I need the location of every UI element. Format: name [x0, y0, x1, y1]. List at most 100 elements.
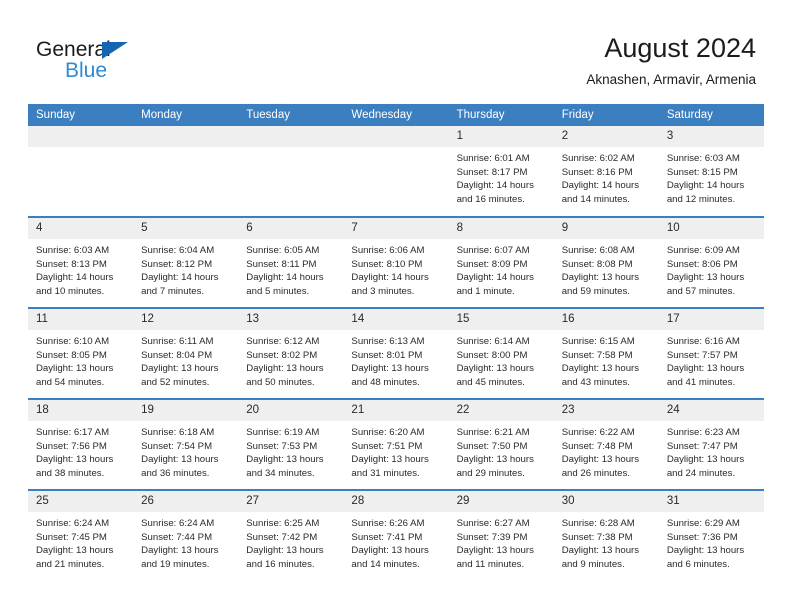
day-details: Sunrise: 6:10 AM Sunset: 8:05 PM Daylight:… [28, 330, 133, 389]
day-number: 19 [133, 400, 239, 421]
day-number: 16 [553, 309, 659, 330]
calendar-day-cell[interactable]: 1 Sunrise: 6:01 AM Sunset: 8:17 PM Daylight… [448, 126, 554, 217]
daylight-duration-line2: and 1 minute. [456, 285, 515, 297]
day-details: Sunrise: 6:06 AM Sunset: 8:10 PM Daylight:… [343, 239, 448, 298]
sunset-time: Sunset: 7:36 PM [666, 531, 738, 543]
sunrise-time: Sunrise: 6:15 AM [561, 336, 635, 347]
daylight-duration-line1: Daylight: 13 hours [246, 545, 324, 557]
day-number: 18 [28, 400, 134, 421]
calendar-day-cell[interactable]: 24 Sunrise: 6:23 AM Sunset: 7:47 PM Dayligh… [658, 398, 764, 490]
calendar-day-cell[interactable]: 8 Sunrise: 6:07 AM Sunset: 8:09 PM Daylight… [448, 216, 554, 308]
calendar-day-cell[interactable]: 4 Sunrise: 6:03 AM Sunset: 8:13 PM Daylight… [28, 216, 134, 308]
day-details: Sunrise: 6:04 AM Sunset: 8:12 PM Daylight:… [133, 239, 238, 298]
calendar-day-cell[interactable]: 14 Sunrise: 6:13 AM Sunset: 8:01 PM Dayligh… [343, 307, 449, 399]
day-number: 15 [448, 309, 554, 330]
daylight-duration-line1: Daylight: 13 hours [246, 454, 324, 466]
sunset-time: Sunset: 8:06 PM [666, 258, 738, 270]
calendar-day-cell[interactable]: 28 Sunrise: 6:26 AM Sunset: 7:41 PM Dayligh… [343, 489, 449, 581]
calendar-day-cell[interactable]: 12 Sunrise: 6:11 AM Sunset: 8:04 PM Dayligh… [133, 307, 239, 399]
day-number: 2 [553, 126, 659, 147]
calendar-day-cell[interactable]: 5 Sunrise: 6:04 AM Sunset: 8:12 PM Daylight… [133, 216, 239, 308]
daylight-duration-line1: Daylight: 14 hours [666, 180, 745, 192]
calendar-day-cell[interactable]: 7 Sunrise: 6:06 AM Sunset: 8:10 PM Daylight… [343, 216, 449, 308]
sunset-time: Sunset: 8:16 PM [561, 166, 633, 178]
day-details: Sunrise: 6:18 AM Sunset: 7:54 PM Daylight:… [133, 421, 238, 480]
daylight-duration-line1: Daylight: 13 hours [351, 363, 429, 375]
sunrise-time: Sunrise: 6:11 AM [141, 336, 214, 347]
day-details: Sunrise: 6:01 AM Sunset: 8:17 PM Daylight:… [449, 147, 554, 206]
calendar-day-cell[interactable]: 27 Sunrise: 6:25 AM Sunset: 7:42 PM Dayligh… [238, 489, 344, 581]
day-details: Sunrise: 6:09 AM Sunset: 8:06 PM Daylight:… [659, 239, 764, 298]
sunrise-time: Sunrise: 6:27 AM [456, 518, 530, 529]
sunrise-time: Sunrise: 6:01 AM [456, 153, 530, 164]
daylight-duration-line1: Daylight: 13 hours [666, 363, 745, 375]
sunrise-time: Sunrise: 6:12 AM [246, 336, 320, 347]
calendar-day-cell[interactable]: 22 Sunrise: 6:21 AM Sunset: 7:50 PM Dayligh… [448, 398, 554, 490]
calendar-day-cell[interactable]: 3 Sunrise: 6:03 AM Sunset: 8:15 PM Daylight… [658, 126, 764, 217]
day-number: 8 [448, 218, 554, 239]
calendar-day-cell[interactable]: 10 Sunrise: 6:09 AM Sunset: 8:06 PM Dayligh… [658, 216, 764, 308]
sunset-time: Sunset: 7:47 PM [666, 440, 738, 452]
calendar-day-cell[interactable]: 15 Sunrise: 6:14 AM Sunset: 8:00 PM Dayligh… [448, 307, 554, 399]
sunrise-time: Sunrise: 6:24 AM [36, 518, 110, 529]
calendar-day-cell[interactable]: 16 Sunrise: 6:15 AM Sunset: 7:58 PM Dayligh… [553, 307, 659, 399]
day-details: Sunrise: 6:14 AM Sunset: 8:00 PM Daylight:… [449, 330, 554, 389]
calendar-day-cell[interactable]: 6 Sunrise: 6:05 AM Sunset: 8:11 PM Daylight… [238, 216, 344, 308]
day-details: Sunrise: 6:24 AM Sunset: 7:44 PM Daylight:… [133, 512, 238, 571]
calendar-day-cell[interactable]: 17 Sunrise: 6:16 AM Sunset: 7:57 PM Dayligh… [658, 307, 764, 399]
weekday-header-thursday: Thursday [448, 104, 554, 126]
sunset-time: Sunset: 8:10 PM [351, 258, 423, 270]
day-details: Sunrise: 6:12 AM Sunset: 8:02 PM Daylight:… [238, 330, 343, 389]
calendar-container: Sunday Monday Tuesday Wednesday Thursday Frid… [28, 104, 764, 581]
calendar-week-row: 11 Sunrise: 6:10 AM Sunset: 8:05 PM Dayligh… [28, 307, 764, 399]
sunset-time: Sunset: 8:02 PM [246, 349, 318, 361]
calendar-day-cell[interactable]: 13 Sunrise: 6:12 AM Sunset: 8:02 PM Dayligh… [238, 307, 344, 399]
calendar-day-cell[interactable]: 18 Sunrise: 6:17 AM Sunset: 7:56 PM Dayligh… [28, 398, 134, 490]
daylight-duration-line2: and 10 minutes. [36, 285, 105, 297]
sunset-time: Sunset: 7:48 PM [561, 440, 633, 452]
calendar-day-cell[interactable]: 19 Sunrise: 6:18 AM Sunset: 7:54 PM Dayligh… [133, 398, 239, 490]
daylight-duration-line1: Daylight: 13 hours [351, 545, 429, 557]
daylight-duration-line2: and 54 minutes. [36, 376, 105, 388]
calendar-day-cell[interactable]: 31 Sunrise: 6:29 AM Sunset: 7:36 PM Dayligh… [658, 489, 764, 581]
calendar-day-cell[interactable]: 30 Sunrise: 6:28 AM Sunset: 7:38 PM Dayligh… [553, 489, 659, 581]
calendar-week-row: 18 Sunrise: 6:17 AM Sunset: 7:56 PM Dayligh… [28, 398, 764, 490]
daylight-duration-line1: Daylight: 13 hours [36, 363, 114, 375]
daylight-duration-line1: Daylight: 14 hours [246, 272, 324, 284]
day-number: 28 [343, 491, 449, 512]
day-details: Sunrise: 6:29 AM Sunset: 7:36 PM Daylight:… [659, 512, 764, 571]
day-number [133, 126, 239, 147]
calendar-day-cell[interactable]: 21 Sunrise: 6:20 AM Sunset: 7:51 PM Dayligh… [343, 398, 449, 490]
day-number: 27 [238, 491, 344, 512]
day-details: Sunrise: 6:27 AM Sunset: 7:39 PM Daylight:… [449, 512, 554, 571]
sunset-time: Sunset: 7:57 PM [666, 349, 738, 361]
day-number: 20 [238, 400, 344, 421]
day-number: 10 [658, 218, 764, 239]
page-title: August 2024 [604, 33, 756, 63]
calendar-day-cell[interactable]: 23 Sunrise: 6:22 AM Sunset: 7:48 PM Dayligh… [553, 398, 659, 490]
daylight-duration-line1: Daylight: 13 hours [141, 454, 219, 466]
calendar-day-cell[interactable]: 2 Sunrise: 6:02 AM Sunset: 8:16 PM Daylight… [553, 126, 659, 217]
daylight-duration-line2: and 31 minutes. [351, 467, 420, 479]
sunset-time: Sunset: 7:54 PM [141, 440, 213, 452]
sunrise-time: Sunrise: 6:02 AM [561, 153, 635, 164]
daylight-duration-line1: Daylight: 13 hours [246, 363, 324, 375]
calendar-day-cell[interactable]: 20 Sunrise: 6:19 AM Sunset: 7:53 PM Dayligh… [238, 398, 344, 490]
calendar-day-cell[interactable]: 11 Sunrise: 6:10 AM Sunset: 8:05 PM Dayligh… [28, 307, 134, 399]
sunrise-time: Sunrise: 6:21 AM [456, 427, 530, 438]
calendar-header-row: Sunday Monday Tuesday Wednesday Thursday Frid… [28, 104, 764, 126]
day-number: 12 [133, 309, 239, 330]
calendar-day-cell[interactable]: 25 Sunrise: 6:24 AM Sunset: 7:45 PM Dayligh… [28, 489, 134, 581]
daylight-duration-line1: Daylight: 14 hours [141, 272, 219, 284]
day-details: Sunrise: 6:21 AM Sunset: 7:50 PM Daylight:… [449, 421, 554, 480]
calendar-day-cell[interactable]: 29 Sunrise: 6:27 AM Sunset: 7:39 PM Dayligh… [448, 489, 554, 581]
general-blue-logo[interactable]: General Blue [36, 38, 216, 84]
sunset-time: Sunset: 8:08 PM [561, 258, 633, 270]
calendar-day-cell[interactable]: 26 Sunrise: 6:24 AM Sunset: 7:44 PM Dayligh… [133, 489, 239, 581]
daylight-duration-line2: and 52 minutes. [141, 376, 210, 388]
daylight-duration-line1: Daylight: 14 hours [561, 180, 640, 192]
day-details: Sunrise: 6:28 AM Sunset: 7:38 PM Daylight:… [554, 512, 659, 571]
weekday-header-tuesday: Tuesday [238, 104, 344, 126]
calendar-day-cell[interactable]: 9 Sunrise: 6:08 AM Sunset: 8:08 PM Daylight… [553, 216, 659, 308]
sunset-time: Sunset: 8:00 PM [456, 349, 528, 361]
